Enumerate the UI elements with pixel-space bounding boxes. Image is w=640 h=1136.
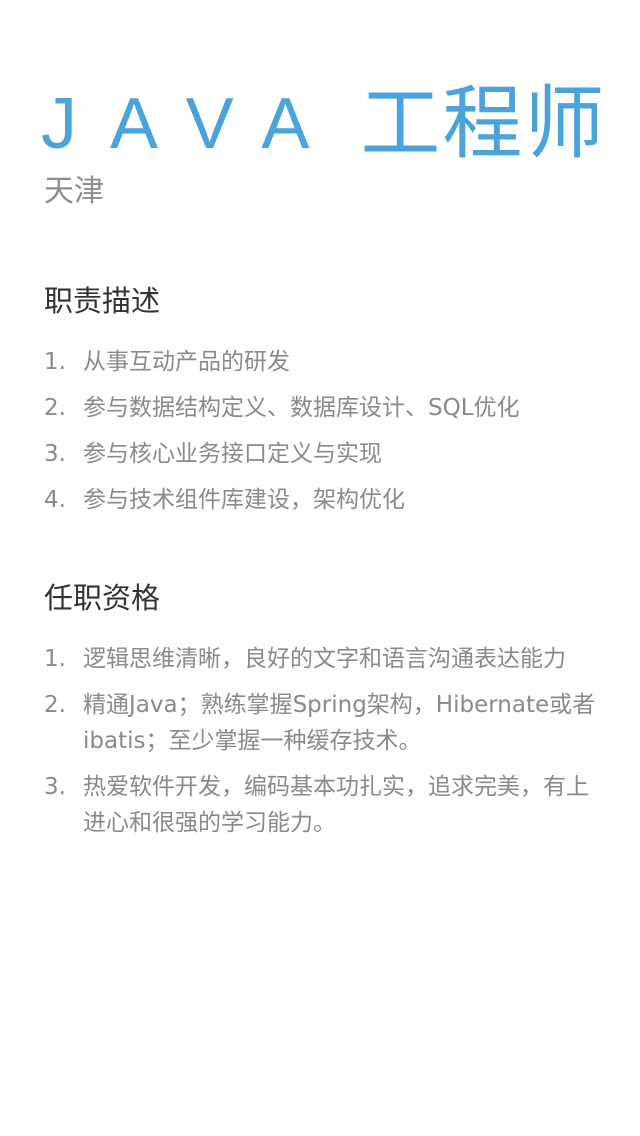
requirements-list: 1. 逻辑思维清晰，良好的文字和语言沟通表达能力 2. 精通Java；熟练掌握S… — [44, 641, 596, 841]
duty-number: 4. — [44, 487, 66, 513]
job-location: 天津 — [44, 174, 104, 209]
requirement-text: 逻辑思维清晰，良好的文字和语言沟通表达能力 — [83, 646, 566, 672]
requirements-section: 任职资格 1. 逻辑思维清晰，良好的文字和语言沟通表达能力 2. 精通Java；… — [44, 577, 596, 851]
requirement-number: 2. — [44, 692, 66, 718]
duty-text: 参与技术组件库建设，架构优化 — [83, 487, 405, 513]
duties-list: 1. 从事互动产品的研发 2. 参与数据结构定义、数据库设计、SQL优化 3. … — [44, 344, 596, 518]
duty-text: 参与数据结构定义、数据库设计、SQL优化 — [83, 395, 520, 421]
duties-heading: 职责描述 — [44, 284, 161, 318]
job-title-role: 工程师 — [360, 77, 607, 170]
job-title: JAVA 工程师 — [41, 78, 611, 170]
requirement-text: 热爱软件开发，编码基本功扎实，追求完美，有上进心和很强的学习能力。 — [83, 774, 589, 836]
duty-number: 1. — [44, 349, 66, 375]
requirements-heading: 任职资格 — [44, 581, 161, 615]
duty-item: 4. 参与技术组件库建设，架构优化 — [44, 482, 596, 518]
duty-item: 2. 参与数据结构定义、数据库设计、SQL优化 — [44, 390, 596, 426]
duty-item: 3. 参与核心业务接口定义与实现 — [44, 436, 596, 472]
duty-item: 1. 从事互动产品的研发 — [44, 344, 596, 380]
duties-section: 职责描述 1. 从事互动产品的研发 2. 参与数据结构定义、数据库设计、SQL优… — [44, 280, 596, 528]
requirement-number: 3. — [44, 774, 66, 800]
job-title-language: JAVA — [41, 84, 343, 164]
requirement-item: 1. 逻辑思维清晰，良好的文字和语言沟通表达能力 — [44, 641, 596, 677]
job-detail-page: JAVA 工程师 天津 职责描述 1. 从事互动产品的研发 2. 参与数据结构定… — [0, 0, 640, 1136]
duty-text: 参与核心业务接口定义与实现 — [83, 441, 382, 467]
duty-text: 从事互动产品的研发 — [83, 349, 290, 375]
requirement-item: 2. 精通Java；熟练掌握Spring架构，Hibernate或者ibatis… — [44, 687, 596, 759]
requirement-text: 精通Java；熟练掌握Spring架构，Hibernate或者ibatis；至少… — [83, 692, 596, 754]
duty-number: 2. — [44, 395, 66, 421]
requirement-item: 3. 热爱软件开发，编码基本功扎实，追求完美，有上进心和很强的学习能力。 — [44, 769, 596, 841]
duty-number: 3. — [44, 441, 66, 467]
requirement-number: 1. — [44, 646, 66, 672]
